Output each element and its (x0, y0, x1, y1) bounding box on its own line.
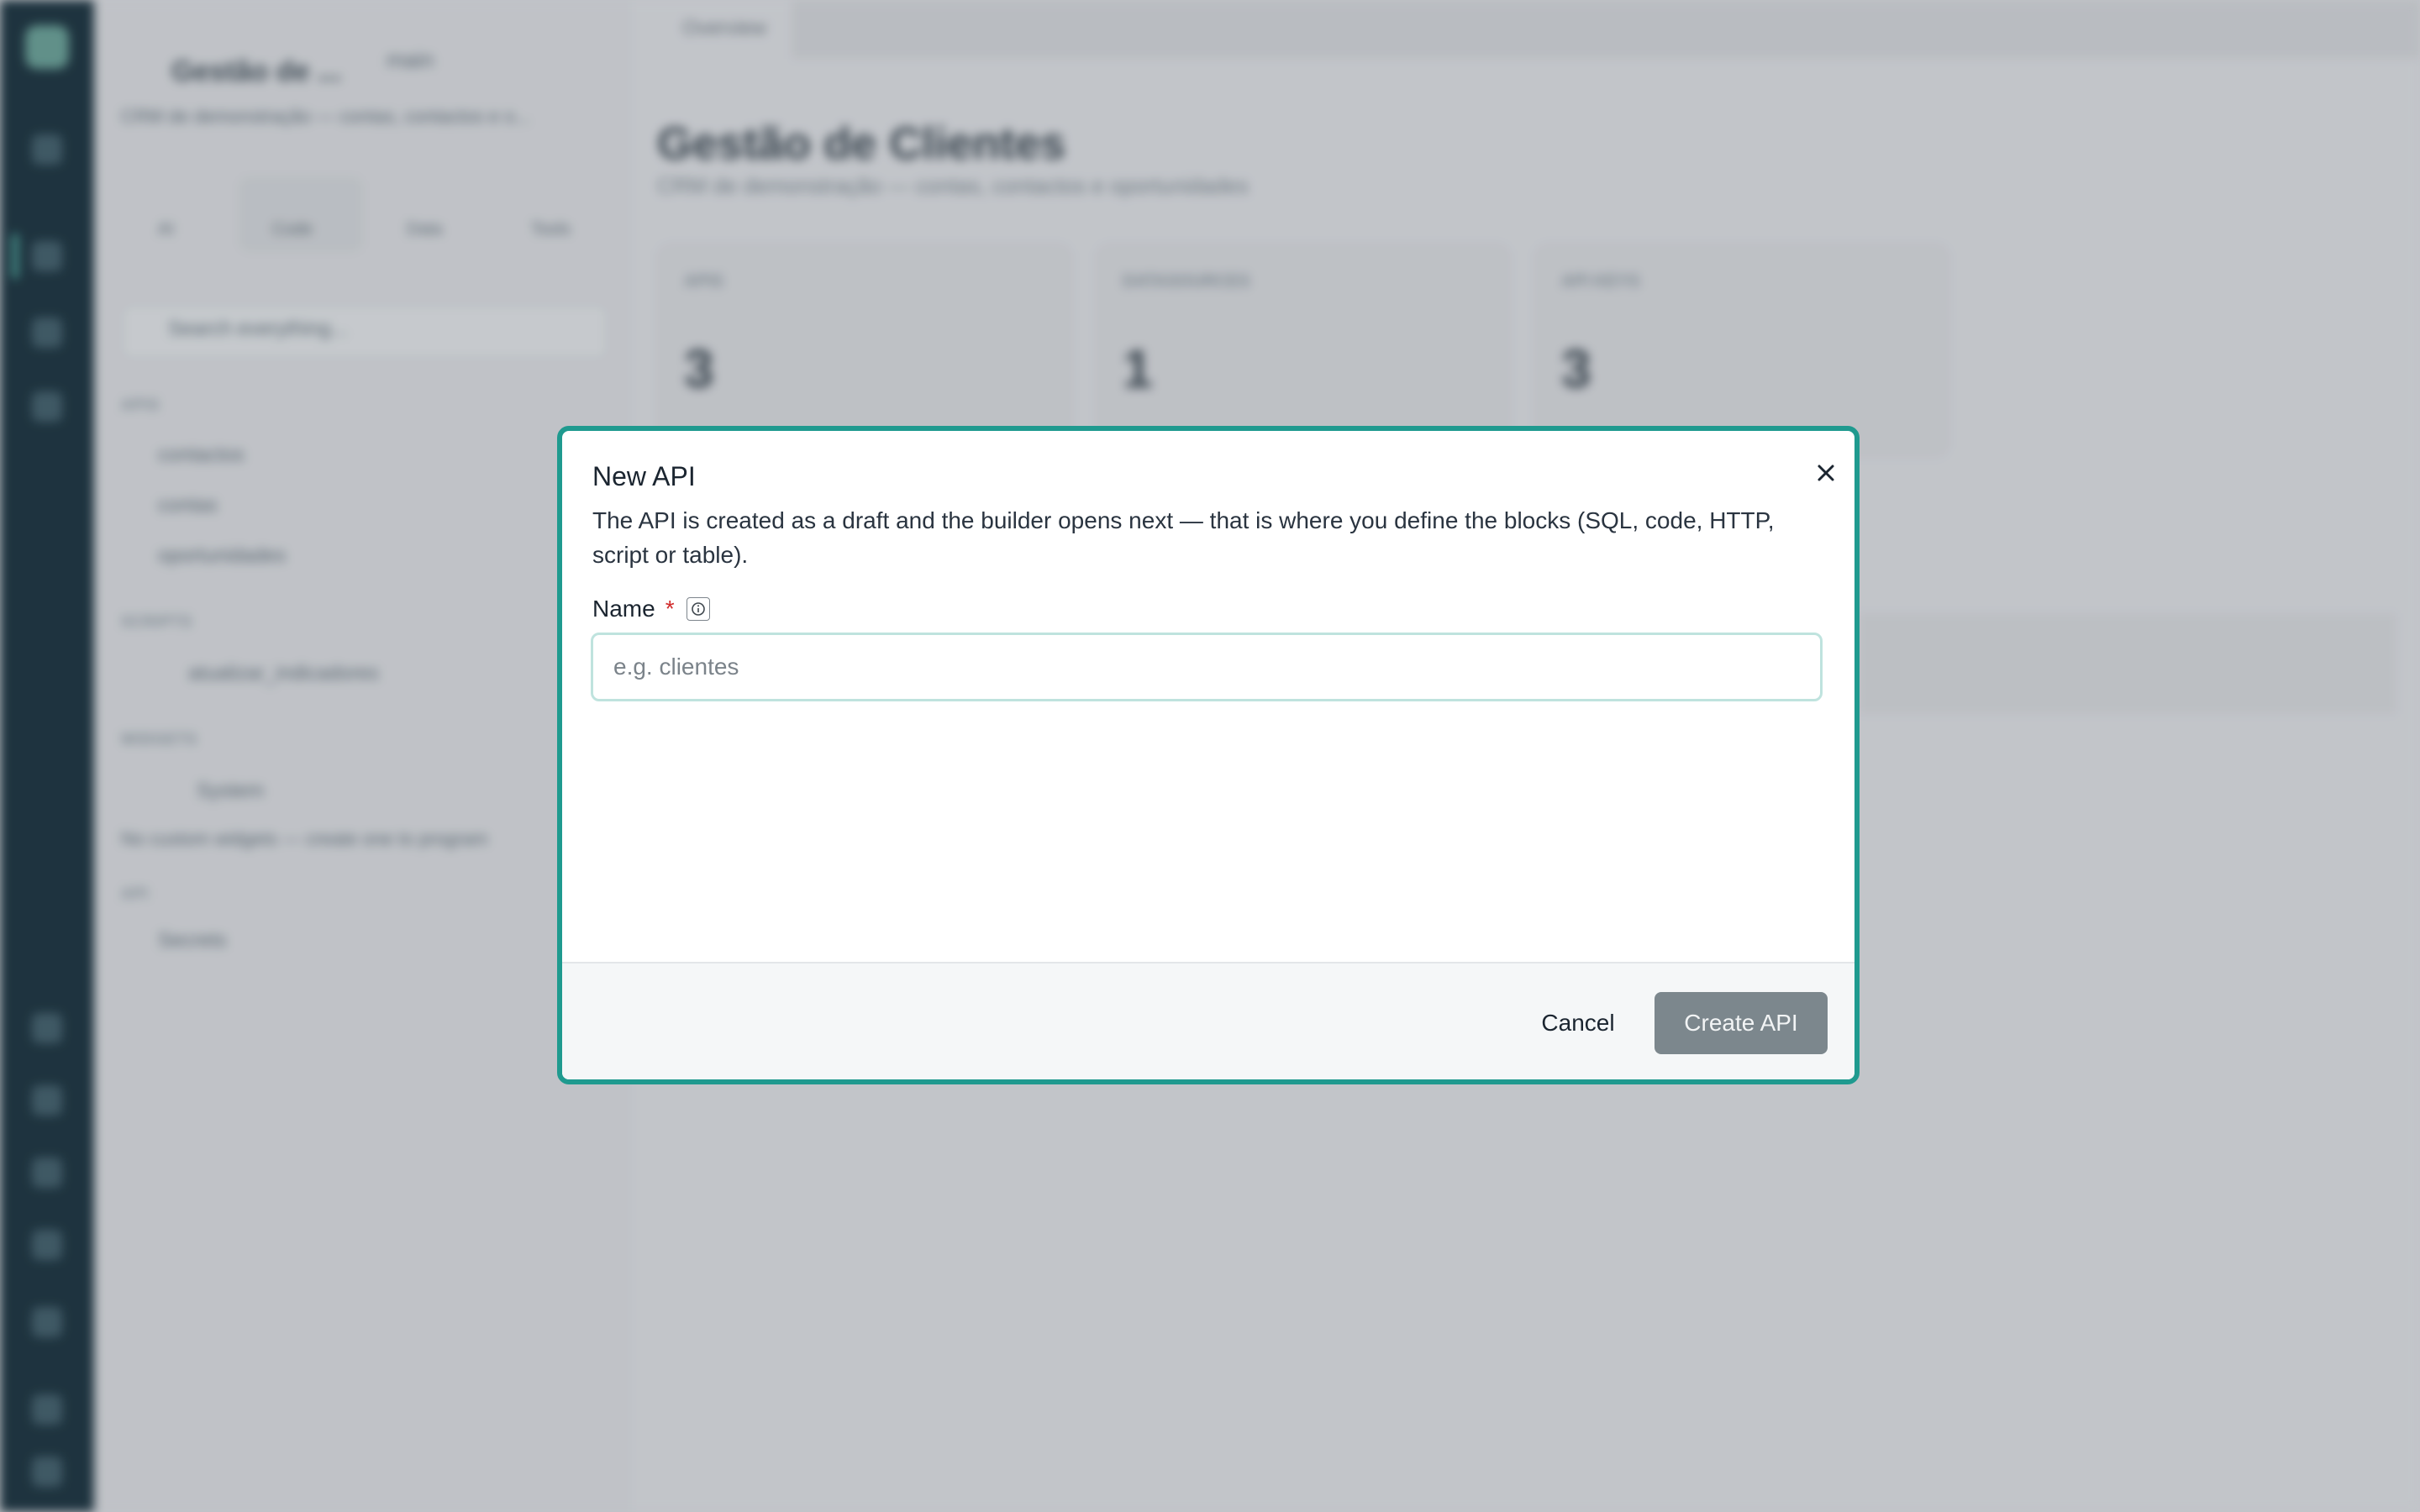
close-icon[interactable] (1811, 458, 1841, 488)
info-icon[interactable] (686, 597, 710, 621)
new-api-dialog: New API The API is created as a draft an… (557, 426, 1860, 1084)
dialog-title: New API (592, 461, 696, 491)
api-name-input[interactable] (591, 633, 1823, 701)
create-api-button[interactable]: Create API (1655, 992, 1828, 1054)
name-label-text: Name (592, 596, 655, 622)
dialog-footer: Cancel Create API (562, 962, 1854, 1079)
dialog-description: The API is created as a draft and the bu… (592, 507, 1775, 568)
name-field-label: Name * (592, 596, 710, 622)
required-marker: * (665, 596, 675, 622)
cancel-button[interactable]: Cancel (1523, 992, 1633, 1054)
